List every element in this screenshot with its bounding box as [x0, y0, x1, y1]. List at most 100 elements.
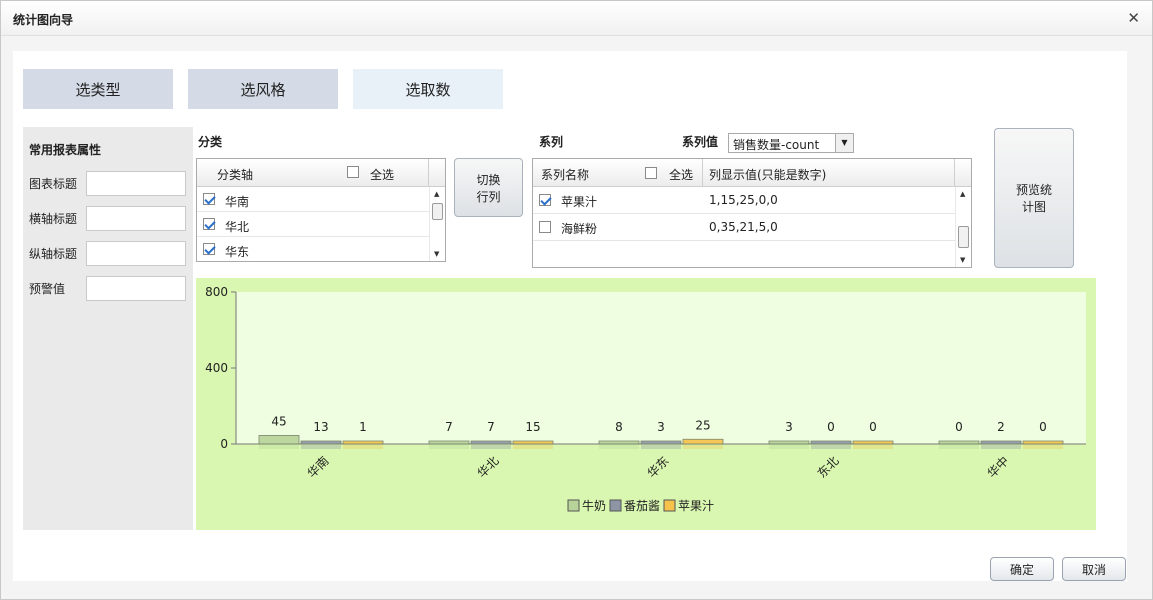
bar-reflection [769, 445, 809, 449]
data-label: 3 [657, 420, 665, 434]
bar-chart: 0 400 800 45 13 1 华南 7 7 15 华北 8 3 25 华东 3 0 0 东北 0 2 0 华中牛奶 番茄… [205, 285, 1086, 513]
data-label: 0 [827, 420, 835, 434]
bar-reflection [301, 445, 341, 449]
category-checkbox[interactable] [203, 193, 215, 205]
bar-reflection [429, 445, 469, 449]
step-select-style[interactable]: 选风格 [188, 69, 338, 109]
series-checkbox[interactable] [539, 194, 551, 206]
bar [300, 440, 342, 445]
legend-swatch [663, 499, 676, 512]
wizard-content: 选类型 选风格 选取数 常用报表属性 图表标题 横轴标题 纵轴标题 预警值 分类… [13, 51, 1127, 581]
bar [980, 440, 1022, 445]
bar-reflection [641, 445, 681, 449]
data-label: 0 [955, 420, 963, 434]
data-label: 2 [997, 420, 1005, 434]
bar-reflection [599, 445, 639, 449]
cancel-button[interactable]: 取消 [1062, 557, 1126, 581]
series-select-all-checkbox[interactable] [645, 167, 657, 179]
data-label: 0 [869, 420, 877, 434]
preview-chart-button[interactable]: 预览统 计图 [994, 128, 1074, 268]
data-label: 13 [313, 420, 328, 434]
bar-reflection [513, 445, 553, 449]
scroll-up-icon[interactable]: ▲ [960, 190, 965, 198]
chevron-down-icon[interactable]: ▼ [835, 134, 853, 152]
y-axis-title-input[interactable] [86, 241, 186, 266]
chart-preview: 0 400 800 45 13 1 华南 7 7 15 华北 8 3 25 华东 3 0 0 东北 0 2 0 华中 牛奶 番茄… [196, 278, 1096, 530]
series-values[interactable]: 0,35,21,5,0 [709, 220, 778, 234]
close-icon[interactable]: ✕ [1127, 9, 1140, 27]
step-select-type[interactable]: 选类型 [23, 69, 173, 109]
category-name: 华东 [225, 245, 250, 259]
warning-value-input[interactable] [86, 276, 186, 301]
bar [768, 440, 810, 445]
category-grid-header: 分类轴 全选 [197, 159, 445, 187]
category-row[interactable]: 华北 [197, 212, 429, 237]
properties-header: 常用报表属性 [29, 143, 102, 157]
scroll-thumb[interactable] [432, 203, 443, 220]
series-value-label: 系列值 [682, 135, 719, 149]
series-value-select[interactable]: 销售数量-count ▼ [728, 133, 854, 153]
bar [342, 440, 384, 445]
scroll-thumb[interactable] [958, 226, 969, 248]
series-row[interactable]: 海鲜粉 0,35,21,5,0 [533, 214, 955, 241]
category-scrollbar[interactable]: ▲ ▼ [429, 187, 445, 261]
category-select-all-checkbox[interactable] [347, 166, 359, 178]
chart-title-label: 图表标题 [29, 177, 78, 191]
ok-button[interactable]: 确定 [990, 557, 1054, 581]
bar [810, 440, 852, 445]
series-row[interactable]: 苹果汁 1,15,25,0,0 [533, 187, 955, 214]
series-name: 海鲜粉 [561, 222, 598, 236]
bar [1022, 440, 1064, 445]
bar-reflection [981, 445, 1021, 449]
scroll-down-icon[interactable]: ▼ [960, 256, 965, 264]
series-scrollbar[interactable]: ▲ ▼ [955, 187, 971, 267]
bar [258, 435, 300, 445]
series-values[interactable]: 1,15,25,0,0 [709, 193, 778, 207]
category-name: 华南 [225, 195, 250, 209]
chart-title-input[interactable] [86, 171, 186, 196]
data-label: 7 [445, 420, 453, 434]
y-tick-label: 800 [205, 285, 228, 299]
category-label: 分类 [198, 135, 223, 149]
data-label: 45 [271, 414, 286, 428]
series-grid-header: 系列名称 全选 列显示值(只能是数字) [533, 159, 971, 187]
category-checkbox[interactable] [203, 243, 215, 255]
swap-button-line1: 切换 [476, 172, 501, 187]
swap-rows-columns-button[interactable]: 切换 行列 [454, 158, 523, 217]
category-row[interactable]: 华东 [197, 237, 429, 261]
series-grid: 系列名称 全选 列显示值(只能是数字) 苹果汁 1,15,25,0,0 海鲜粉 … [532, 158, 972, 268]
series-label: 系列 [539, 135, 564, 149]
bar-reflection [1023, 445, 1063, 449]
bar-reflection [343, 445, 383, 449]
data-label: 3 [785, 420, 793, 434]
scroll-down-icon[interactable]: ▼ [434, 250, 439, 258]
category-axis-header: 分类轴 [217, 168, 254, 182]
bar-reflection [939, 445, 979, 449]
swap-button-line2: 行列 [476, 189, 501, 204]
category-select-all-label: 全选 [370, 168, 395, 182]
bar [938, 440, 980, 445]
scroll-up-icon[interactable]: ▲ [434, 190, 439, 198]
bar [428, 440, 470, 445]
data-label: 0 [1039, 420, 1047, 434]
bar [852, 440, 894, 445]
bar-reflection [853, 445, 893, 449]
titlebar: 统计图向导 ✕ [1, 1, 1152, 36]
legend-label: 苹果汁 [678, 499, 714, 513]
data-label: 1 [359, 420, 367, 434]
series-name: 苹果汁 [561, 195, 598, 209]
series-checkbox[interactable] [539, 221, 551, 233]
dialog-title: 统计图向导 [13, 13, 74, 27]
x-axis-title-input[interactable] [86, 206, 186, 231]
x-tick-label: 华南 [304, 453, 332, 481]
step-select-data[interactable]: 选取数 [353, 69, 503, 109]
series-values-header: 列显示值(只能是数字) [709, 168, 827, 182]
legend-label: 牛奶 [582, 498, 606, 513]
category-checkbox[interactable] [203, 218, 215, 230]
category-row[interactable]: 华南 [197, 187, 429, 212]
bar [640, 440, 682, 445]
data-label: 7 [487, 420, 495, 434]
category-name: 华北 [225, 220, 250, 234]
x-tick-label: 华中 [984, 453, 1012, 481]
legend-swatch [567, 499, 580, 512]
